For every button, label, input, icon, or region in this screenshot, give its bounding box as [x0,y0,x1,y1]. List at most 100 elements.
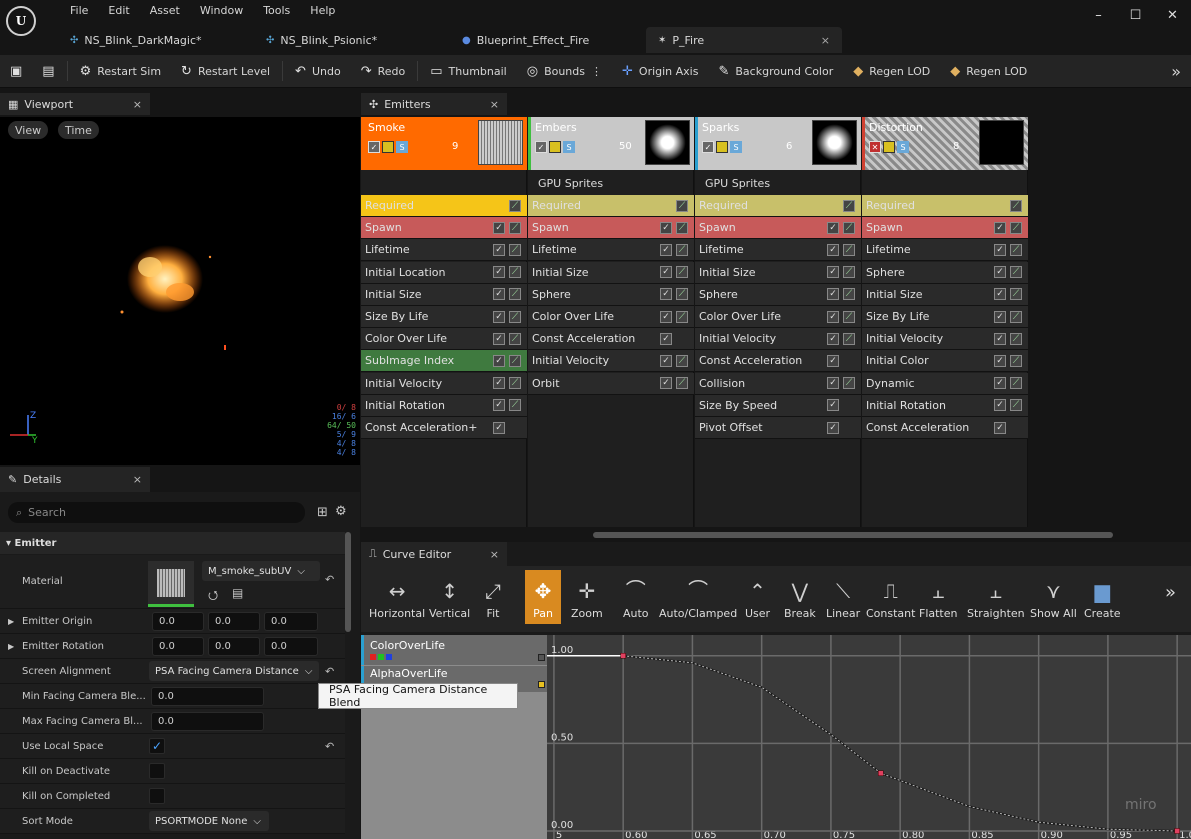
module-subimage-index[interactable]: SubImage Index ✓ ⟋ [361,350,527,373]
green-channel-toggle[interactable] [378,654,384,660]
module-initial-color[interactable]: Initial Color ✓ ⟋ [862,350,1028,373]
use-local-space-checkbox[interactable]: ✓ [149,738,165,754]
module-initial-size[interactable]: Initial Size ✓ ⟋ [528,261,694,284]
module-enable-checkbox[interactable]: ✓ [827,332,839,345]
regen-lod-button-2[interactable]: ◆ Regen LOD [940,55,1037,88]
curve-graph-icon[interactable]: ⟋ [509,332,521,345]
curve-graph-icon[interactable]: ⟋ [1010,310,1022,323]
module-sphere[interactable]: Sphere ✓ ⟋ [862,261,1028,284]
details-tab[interactable]: ✎ Details × [0,467,150,492]
module-required[interactable]: Required ⟋ [695,195,861,217]
close-tab-icon[interactable]: × [490,548,499,561]
straighten-button[interactable]: ⫠ Straighten [967,570,1025,624]
max-facing-field[interactable]: 0.0 [151,711,264,731]
curve-graph-icon[interactable]: ⟋ [1010,221,1022,234]
module-enable-checkbox[interactable]: ✓ [994,266,1006,279]
curve-graph-icon[interactable]: ⟋ [1010,288,1022,301]
sort-mode-dropdown[interactable]: PSORTMODE None ⌵ [149,811,269,831]
module-const-acceleration[interactable]: Const Acceleration ✓ [695,350,861,373]
reset-to-default-icon[interactable]: ↶ [325,573,334,586]
redo-button[interactable]: ↷ Redo [351,55,416,88]
module-enable-checkbox[interactable]: ✓ [660,266,672,279]
auto-clamped-button[interactable]: ⌒ Auto/Clamped [659,570,737,624]
emitter-header[interactable]: Smoke ✓ S 9 [361,117,527,170]
module-lifetime[interactable]: Lifetime ✓ ⟋ [528,239,694,262]
module-initial-velocity[interactable]: Initial Velocity ✓ ⟋ [695,328,861,351]
zoom-button[interactable]: ✛ Zoom [571,570,603,624]
user-button[interactable]: ⌃ User [745,570,770,624]
track-color-over-life[interactable]: ColorOverLife [361,635,547,665]
track-visibility-toggle[interactable] [538,654,545,661]
curve-graph-icon[interactable]: ⟋ [1010,266,1022,279]
min-facing-field[interactable]: 0.0 [151,686,264,706]
browse-button[interactable]: ▤ [32,55,64,88]
curve-graph-icon[interactable]: ⟋ [509,199,521,212]
rotation-x-field[interactable]: 0.0 [152,636,204,656]
settings-gear-icon[interactable]: ⚙ [335,504,347,519]
break-button[interactable]: ⋁ Break [784,570,816,624]
viewport[interactable]: View Time Z Y 0/ 8 16/ 6 64/ 50 5/ 9 4/ 8 4/ … [0,117,360,465]
red-channel-toggle[interactable] [370,654,376,660]
module-initial-velocity[interactable]: Initial Velocity ✓ ⟋ [528,350,694,373]
maximize-button[interactable]: ☐ [1117,0,1154,30]
module-enable-checkbox[interactable]: ✓ [493,310,505,323]
module-initial-location[interactable]: Initial Location ✓ ⟋ [361,261,527,284]
curve-graph-icon[interactable]: ⟋ [509,399,521,412]
minimize-button[interactable]: – [1080,0,1117,30]
module-spawn[interactable]: Spawn ✓ ⟋ [528,217,694,240]
module-lifetime[interactable]: Lifetime ✓ ⟋ [361,239,527,262]
module-lifetime[interactable]: Lifetime ✓ ⟋ [695,239,861,262]
module-spawn[interactable]: Spawn ✓ ⟋ [361,217,527,240]
kill-on-deactivate-checkbox[interactable] [149,763,165,779]
enabled-toggle-icon[interactable]: ✓ [702,141,714,153]
curve-graph-icon[interactable]: ⟋ [1010,243,1022,256]
curve-graph-icon[interactable]: ⟋ [676,199,688,212]
curve-graph-icon[interactable]: ⟋ [843,332,855,345]
menu-help[interactable]: Help [300,2,345,19]
module-enable-checkbox[interactable]: ✓ [660,310,672,323]
module-enable-checkbox[interactable]: ✓ [660,288,672,301]
background-color-button[interactable]: ✎ Background Color [708,55,843,88]
rotation-z-field[interactable]: 0.0 [264,636,318,656]
module-enable-checkbox[interactable]: ✓ [493,421,505,434]
material-dropdown[interactable]: M_smoke_subUV ⌵ [202,561,320,581]
origin-axis-button[interactable]: ✛ Origin Axis [612,55,708,88]
module-const-acceleration-[interactable]: Const Acceleration+ ✓ [361,417,527,439]
doc-tab-blueprint-effect-fire[interactable]: ● Blueprint_Effect_Fire [450,27,646,53]
thumbnail-button[interactable]: ▭ Thumbnail [420,55,516,88]
curve-graph[interactable]: 50.600.650.700.750.800.850.900.951.001.0… [547,635,1191,839]
module-enable-checkbox[interactable]: ✓ [493,399,505,412]
module-enable-checkbox[interactable]: ✓ [827,288,839,301]
menu-asset[interactable]: Asset [140,2,190,19]
use-selected-icon[interactable]: ⭯ [208,586,218,607]
reset-to-default-icon[interactable]: ↶ [325,665,334,678]
solo-toggle-icon[interactable] [883,141,895,153]
module-spawn[interactable]: Spawn ✓ ⟋ [862,217,1028,240]
module-required[interactable]: Required ⟋ [862,195,1028,217]
module-enable-checkbox[interactable]: ✓ [493,354,505,367]
linear-button[interactable]: ⟍ Linear [826,570,860,624]
module-initial-velocity[interactable]: Initial Velocity ✓ ⟋ [862,328,1028,351]
browse-asset-icon[interactable]: ▤ [232,586,243,600]
solo-toggle-icon[interactable] [382,141,394,153]
module-enable-checkbox[interactable]: ✓ [827,421,839,434]
curve-graph-icon[interactable]: ⟋ [676,354,688,367]
close-tab-icon[interactable]: × [133,98,142,111]
emitters-tab[interactable]: ✣ Emitters × [361,93,507,115]
module-initial-velocity[interactable]: Initial Velocity ✓ ⟋ [361,372,527,395]
module-size-by-speed[interactable]: Size By Speed ✓ [695,394,861,417]
constant-button[interactable]: ⎍ Constant [866,570,915,624]
curve-graph-icon[interactable]: ⟋ [843,199,855,212]
module-spawn[interactable]: Spawn ✓ ⟋ [695,217,861,240]
module-color-over-life[interactable]: Color Over Life ✓ ⟋ [361,328,527,351]
module-enable-checkbox[interactable]: ✓ [493,243,505,256]
pan-button[interactable]: ✥ Pan [525,570,561,624]
detail-mode-icon[interactable]: S [563,141,575,153]
expand-arrow-icon[interactable]: ▶ [8,617,14,626]
module-size-by-life[interactable]: Size By Life ✓ ⟋ [862,306,1028,328]
screen-alignment-dropdown[interactable]: PSA Facing Camera Distance ⌵ [149,661,319,681]
module-orbit[interactable]: Orbit ✓ ⟋ [528,372,694,395]
curve-graph-icon[interactable]: ⟋ [843,221,855,234]
curve-graph-icon[interactable]: ⟋ [843,266,855,279]
module-enable-checkbox[interactable]: ✓ [994,421,1006,434]
